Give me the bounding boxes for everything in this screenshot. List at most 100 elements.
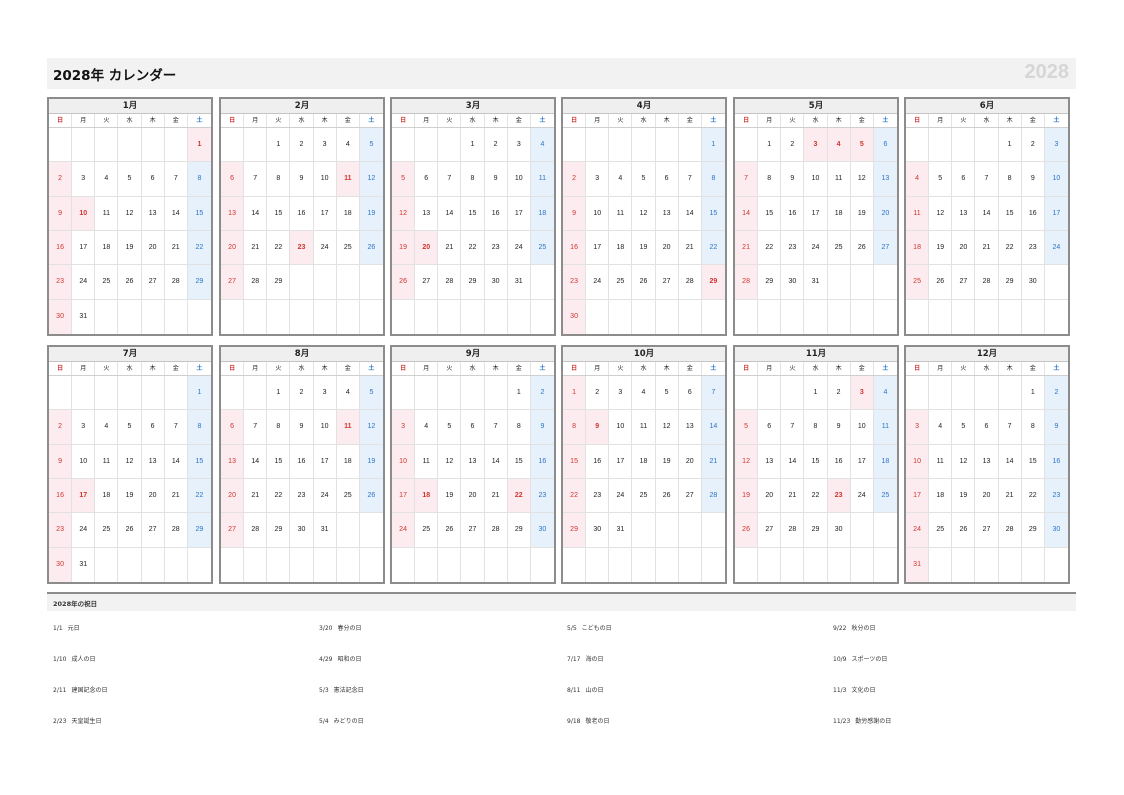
holiday-item: 8/11 山の日: [567, 685, 604, 694]
day-cell: 24: [72, 513, 96, 548]
day-cell: 13: [141, 444, 165, 479]
empty-cell: [781, 376, 805, 411]
day-cell: 13: [655, 196, 679, 231]
day-cell: 22: [758, 230, 782, 266]
day-cell: 3: [72, 162, 96, 197]
day-cell: 25: [530, 230, 554, 266]
day-cell: 10: [72, 196, 96, 231]
weekday-label: 月: [758, 114, 782, 127]
empty-cell: [1044, 299, 1068, 334]
weekday-label: 月: [929, 362, 953, 375]
day-cell: 21: [781, 478, 805, 514]
day-cell: 9: [586, 410, 610, 445]
day-cell: 29: [701, 265, 725, 300]
empty-cell: [952, 547, 976, 582]
weekday-header: 日月火水木金 土: [563, 362, 725, 376]
holiday-date: 5/3: [319, 687, 329, 694]
weekday-label: 土: [1053, 117, 1060, 124]
day-cell: 9: [563, 196, 587, 231]
day-cell: 1: [1021, 376, 1045, 411]
day-cell: 5: [850, 128, 874, 163]
day-cell: 16: [290, 196, 314, 231]
empty-cell: [906, 376, 930, 411]
day-cell: 26: [438, 513, 462, 548]
day-cell: 24: [313, 230, 337, 266]
day-cell: 21: [735, 230, 759, 266]
day-cell: 20: [758, 478, 782, 514]
weekday-header: 日月火水木金 土: [906, 114, 1068, 128]
day-grid: 1 2 3 4 5 6 7 8 9 10 11 12 13 14 15 16 17 18 19 20 21 22 23 24 2…: [221, 128, 383, 334]
holiday-item: 5/4 みどりの日: [319, 716, 364, 725]
empty-cell: [244, 299, 268, 334]
empty-cell: [735, 376, 759, 411]
weekday-label: 日: [49, 114, 73, 127]
empty-cell: [359, 265, 383, 300]
day-cell: 30: [827, 513, 851, 548]
day-cell: 13: [221, 196, 245, 231]
day-cell: 14: [998, 444, 1022, 479]
day-cell: 7: [244, 162, 268, 197]
holiday-item: 11/23 勤労感謝の日: [833, 716, 891, 725]
empty-cell: [850, 299, 874, 334]
day-cell: 18: [827, 196, 851, 231]
empty-cell: [164, 128, 188, 163]
empty-cell: [415, 128, 439, 163]
empty-cell: [781, 299, 805, 334]
weekday-label: 土: [539, 117, 546, 124]
empty-cell: [530, 265, 554, 300]
day-cell: 14: [244, 196, 268, 231]
empty-cell: [952, 299, 976, 334]
holiday-item: 5/3 憲法記念日: [319, 685, 364, 694]
day-cell: 19: [392, 230, 416, 266]
empty-cell: [392, 299, 416, 334]
empty-cell: [735, 547, 759, 582]
empty-cell: [781, 547, 805, 582]
day-cell: 25: [632, 478, 656, 514]
empty-cell: [95, 547, 119, 582]
day-cell: 16: [827, 444, 851, 479]
weekday-label: 月: [586, 114, 610, 127]
holidays-section: 2028年の祝日 1/1 元日 1/10 成人の日 2/11 建国記念の日 2/23 天皇誕生…: [47, 592, 1076, 725]
empty-cell: [359, 299, 383, 334]
weekday-label: 土: [539, 365, 546, 372]
day-cell: 12: [632, 196, 656, 231]
day-cell: 8: [507, 410, 531, 445]
holiday-date: 2/23: [53, 718, 67, 725]
day-cell: 10: [72, 444, 96, 479]
empty-cell: [461, 299, 485, 334]
day-grid: 1 2 3 4 5 6 7 8 9 10 11 12 13 14 15 16 17 18 19 20 21 22 23 24 2…: [735, 376, 897, 582]
day-cell: 23: [49, 513, 73, 548]
day-cell: 28: [484, 513, 508, 548]
month-title: 8月: [221, 347, 383, 362]
day-cell: 27: [221, 513, 245, 548]
month-title: 4月: [563, 99, 725, 114]
month-title: 1月: [49, 99, 211, 114]
day-cell: 11: [530, 162, 554, 197]
day-cell: 20: [415, 230, 439, 266]
empty-cell: [221, 299, 245, 334]
day-cell: 18: [906, 230, 930, 266]
day-cell: 6: [758, 410, 782, 445]
day-cell: 15: [187, 444, 211, 479]
holiday-item: 11/3 文化の日: [833, 685, 876, 694]
empty-cell: [72, 376, 96, 411]
weekday-label: 日: [221, 362, 245, 375]
day-cell: 25: [827, 230, 851, 266]
day-cell: 4: [530, 128, 554, 163]
weekday-label: 土: [882, 365, 889, 372]
day-cell: 10: [804, 162, 828, 197]
weekday-label: 土: [710, 365, 717, 372]
day-cell: 4: [929, 410, 953, 445]
day-cell: 26: [929, 265, 953, 300]
day-cell: 16: [781, 196, 805, 231]
day-cell: 19: [359, 196, 383, 231]
day-cell: 26: [118, 513, 142, 548]
day-cell: 11: [415, 444, 439, 479]
month-3: 3月日月火水木金土 1 2 3 4 5 6 7 8 9 10 11 12 13 14 15 16 17 18 19 20…: [390, 97, 556, 336]
empty-cell: [484, 547, 508, 582]
day-cell: 23: [1044, 478, 1068, 514]
holiday-date: 7/17: [567, 656, 581, 663]
empty-cell: [267, 547, 291, 582]
day-cell: 28: [678, 265, 702, 300]
empty-cell: [438, 128, 462, 163]
